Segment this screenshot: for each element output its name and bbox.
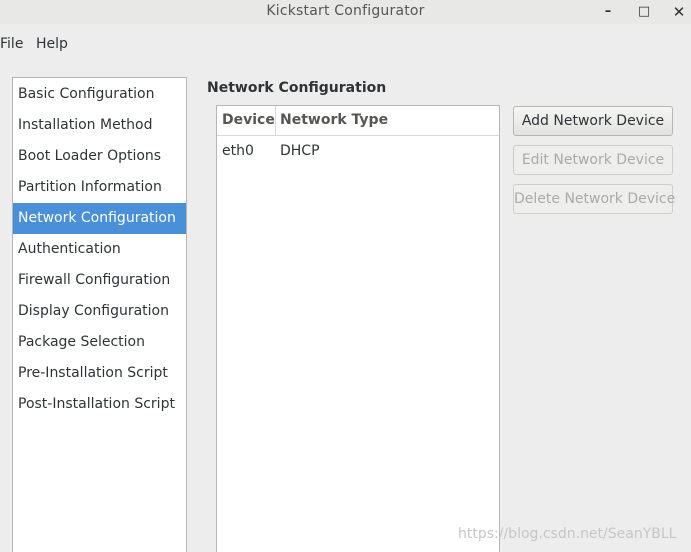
sidebar-item-firewall-configuration[interactable]: Firewall Configuration (13, 265, 186, 296)
column-header-network-type[interactable]: Network Type (275, 106, 388, 135)
sidebar-item-post-installation-script[interactable]: Post-Installation Script (13, 389, 186, 420)
close-icon[interactable]: ✕ (669, 2, 689, 22)
sidebar-item-installation-method[interactable]: Installation Method (13, 110, 186, 141)
maximize-icon[interactable]: □ (634, 2, 654, 22)
title-bar[interactable]: Kickstart Configurator – □ ✕ (0, 0, 691, 24)
sidebar-item-package-selection[interactable]: Package Selection (13, 327, 186, 358)
edit-network-device-button[interactable]: Edit Network Device (513, 145, 673, 175)
add-network-device-button[interactable]: Add Network Device (513, 106, 673, 136)
sidebar-item-display-configuration[interactable]: Display Configuration (13, 296, 186, 327)
sidebar-item-basic-configuration[interactable]: Basic Configuration (13, 79, 186, 110)
delete-network-device-button[interactable]: Delete Network Device (513, 184, 675, 214)
sidebar-item-boot-loader-options[interactable]: Boot Loader Options (13, 141, 186, 172)
window-title: Kickstart Configurator (266, 3, 425, 19)
section-title: Network Configuration (207, 80, 387, 96)
sidebar-item-partition-information[interactable]: Partition Information (13, 172, 186, 203)
minimize-icon[interactable]: – (598, 2, 618, 22)
sidebar-item-authentication[interactable]: Authentication (13, 234, 186, 265)
cell-network-type: DHCP (280, 143, 320, 159)
app-window: Kickstart Configurator – □ ✕ File Help B… (0, 0, 691, 552)
network-device-table[interactable]: Device Network Type eth0 DHCP (216, 105, 500, 552)
sidebar-item-network-configuration[interactable]: Network Configuration (13, 203, 186, 234)
watermark-text: https://blog.csdn.net/SeanYBLL (458, 526, 677, 542)
table-row[interactable]: eth0 DHCP (217, 137, 499, 165)
table-header: Device Network Type (217, 106, 499, 136)
sidebar-item-pre-installation-script[interactable]: Pre-Installation Script (13, 358, 186, 389)
column-header-device[interactable]: Device (222, 106, 275, 135)
cell-device: eth0 (222, 143, 254, 159)
menu-help[interactable]: Help (36, 36, 68, 52)
menu-bar: File Help (0, 32, 691, 56)
sidebar: Basic Configuration Installation Method … (12, 77, 187, 552)
menu-file[interactable]: File (0, 36, 23, 52)
